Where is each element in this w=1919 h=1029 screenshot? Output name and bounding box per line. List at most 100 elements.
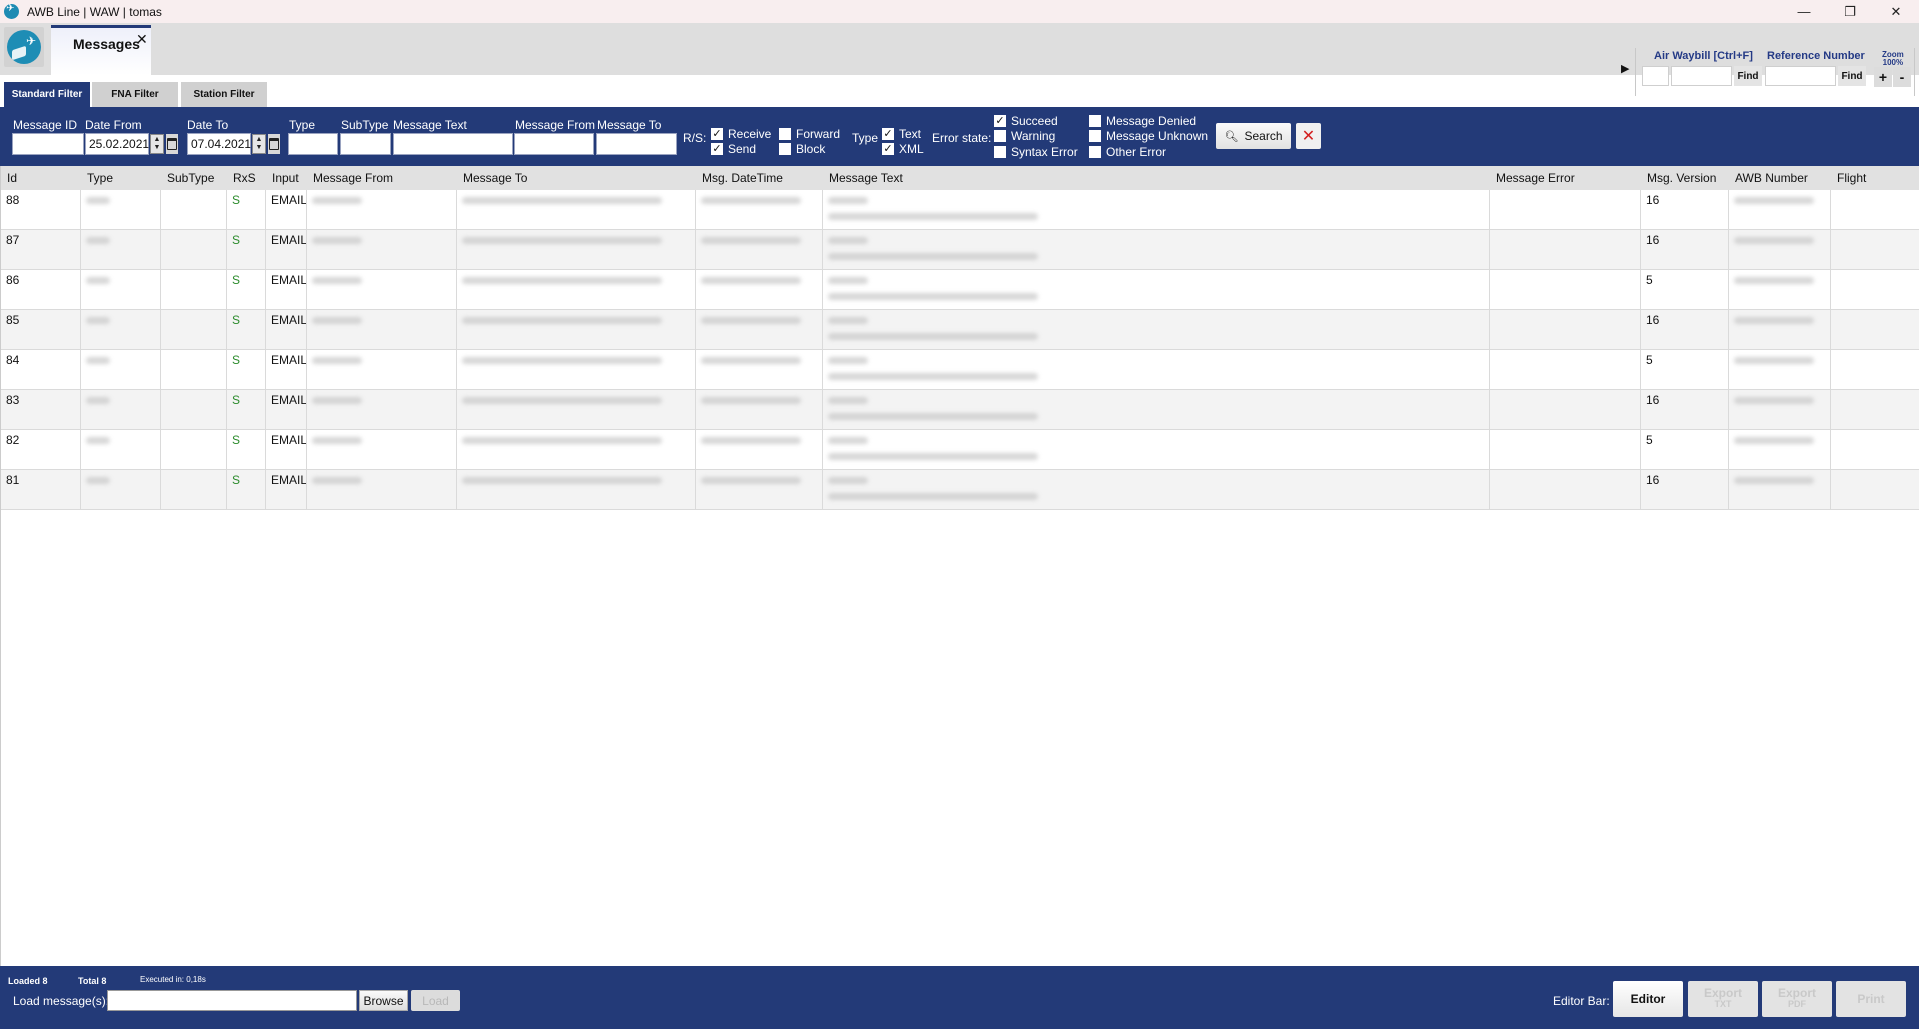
find-reference-button[interactable]: Find	[1838, 66, 1866, 86]
redacted-text	[828, 253, 1038, 260]
cell-msg-version: 5	[1641, 350, 1729, 390]
redacted-text	[86, 477, 110, 484]
export-txt-button[interactable]: Export TXT	[1688, 981, 1758, 1017]
zoom-out-button[interactable]: -	[1893, 67, 1911, 87]
clear-filter-button[interactable]: ✕	[1296, 123, 1321, 149]
cell-rxs: S	[227, 390, 266, 430]
cell-msg-datetime	[696, 230, 823, 270]
cell-id: 88	[1, 190, 81, 230]
tab-messages[interactable]: Messages ✕	[51, 25, 151, 75]
succeed-checkbox[interactable]: ✓ Succeed	[994, 114, 1058, 128]
cell-type	[81, 230, 161, 270]
editor-button[interactable]: Editor	[1613, 981, 1683, 1017]
load-messages-label: Load message(s):	[13, 994, 110, 1008]
column-header-input[interactable]: Input	[266, 166, 307, 190]
table-row[interactable]: 85 S EMAIL 16	[1, 310, 1919, 350]
block-checkbox[interactable]: Block	[779, 142, 825, 156]
receive-checkbox[interactable]: ✓ Receive	[711, 127, 771, 141]
export-pdf-button[interactable]: Export PDF	[1762, 981, 1832, 1017]
tab-standard-filter[interactable]: Standard Filter	[4, 82, 90, 107]
table-row[interactable]: 84 S EMAIL 5	[1, 350, 1919, 390]
table-row[interactable]: 86 S EMAIL 5	[1, 270, 1919, 310]
forward-checkbox[interactable]: Forward	[779, 127, 840, 141]
close-window-button[interactable]: ✕	[1873, 0, 1919, 23]
other-error-checkbox[interactable]: Other Error	[1089, 145, 1166, 159]
redacted-text	[312, 477, 362, 484]
tab-fna-filter[interactable]: FNA Filter	[92, 82, 178, 107]
standard-filter-bar: Message ID Date From 25.02.2021 ▲ ▼ Date …	[0, 112, 1919, 166]
column-header-type[interactable]: Type	[81, 166, 161, 190]
air-waybill-prefix-input[interactable]	[1642, 66, 1669, 86]
message-from-input[interactable]	[514, 133, 594, 155]
column-header-subtype[interactable]: SubType	[161, 166, 227, 190]
column-header-message-to[interactable]: Message To	[457, 166, 696, 190]
reference-number-input[interactable]	[1765, 66, 1836, 86]
subtype-input[interactable]	[340, 133, 391, 155]
redacted-text	[701, 237, 801, 244]
date-from-input[interactable]: 25.02.2021	[85, 133, 149, 155]
warning-checkbox[interactable]: Warning	[994, 129, 1055, 143]
message-unknown-checkbox[interactable]: Message Unknown	[1089, 129, 1208, 143]
app-logo[interactable]	[4, 27, 44, 67]
search-button[interactable]: 🔍︎ Search	[1216, 123, 1291, 149]
column-header-msg-datetime[interactable]: Msg. DateTime	[696, 166, 823, 190]
cell-type	[81, 470, 161, 510]
cell-type	[81, 390, 161, 430]
redacted-text	[86, 397, 110, 404]
cell-id: 85	[1, 310, 81, 350]
air-waybill-number-input[interactable]	[1671, 66, 1732, 86]
xml-checkbox[interactable]: ✓ XML	[882, 142, 924, 156]
column-header-message-from[interactable]: Message From	[307, 166, 457, 190]
expand-arrow-icon[interactable]: ▶	[1621, 62, 1629, 75]
column-header-id[interactable]: Id	[1, 166, 81, 190]
tab-station-filter[interactable]: Station Filter	[181, 82, 267, 107]
date-to-calendar-icon[interactable]	[268, 134, 280, 154]
send-checkbox[interactable]: ✓ Send	[711, 142, 756, 156]
minimize-button[interactable]: —	[1781, 0, 1827, 23]
column-header-rxs[interactable]: RxS	[227, 166, 266, 190]
text-check-icon: ✓	[882, 128, 894, 140]
table-row[interactable]: 81 S EMAIL 16	[1, 470, 1919, 510]
zoom-in-button[interactable]: +	[1874, 67, 1892, 87]
message-to-input[interactable]	[596, 133, 677, 155]
print-button[interactable]: Print	[1836, 981, 1906, 1017]
block-label: Block	[796, 142, 826, 156]
cell-awb-number	[1729, 190, 1831, 230]
load-button[interactable]: Load	[411, 990, 460, 1011]
table-row[interactable]: 87 S EMAIL 16	[1, 230, 1919, 270]
find-awb-button[interactable]: Find	[1734, 66, 1762, 86]
message-denied-checkbox[interactable]: Message Denied	[1089, 114, 1196, 128]
block-box	[779, 143, 791, 155]
date-to-spinner[interactable]: ▲ ▼	[252, 134, 266, 154]
date-to-input[interactable]: 07.04.2021	[187, 133, 251, 155]
column-header-awb-number[interactable]: AWB Number	[1729, 166, 1831, 190]
table-row[interactable]: 83 S EMAIL 16	[1, 390, 1919, 430]
message-id-input[interactable]	[12, 133, 84, 155]
tab-messages-label: Messages	[73, 36, 140, 52]
text-checkbox[interactable]: ✓ Text	[882, 127, 921, 141]
succeed-check-icon: ✓	[994, 115, 1006, 127]
redacted-text	[312, 237, 362, 244]
load-messages-input[interactable]	[107, 990, 357, 1011]
table-row[interactable]: 82 S EMAIL 5	[1, 430, 1919, 470]
cell-msg-datetime	[696, 350, 823, 390]
table-row[interactable]: 88 S EMAIL 16	[1, 190, 1919, 230]
maximize-button[interactable]: ❐	[1827, 0, 1873, 23]
redacted-text	[462, 477, 662, 484]
column-header-msg-version[interactable]: Msg. Version	[1641, 166, 1729, 190]
column-header-flight[interactable]: Flight	[1831, 166, 1919, 190]
syntax-error-checkbox[interactable]: Syntax Error	[994, 145, 1078, 159]
cell-input: EMAIL	[266, 310, 307, 350]
redacted-text	[828, 333, 1038, 340]
close-tab-icon[interactable]: ✕	[136, 31, 148, 48]
quick-search-panel: ▶ Air Waybill [Ctrl+F] Find Reference Nu…	[1599, 46, 1919, 98]
type-input[interactable]	[288, 133, 338, 155]
message-id-label: Message ID	[13, 118, 78, 132]
column-header-message-error[interactable]: Message Error	[1490, 166, 1641, 190]
browse-button[interactable]: Browse	[359, 990, 408, 1011]
message-denied-label: Message Denied	[1106, 114, 1197, 128]
message-text-input[interactable]	[393, 133, 513, 155]
date-from-spinner[interactable]: ▲ ▼	[150, 134, 164, 154]
column-header-message-text[interactable]: Message Text	[823, 166, 1490, 190]
date-from-calendar-icon[interactable]	[166, 134, 178, 154]
